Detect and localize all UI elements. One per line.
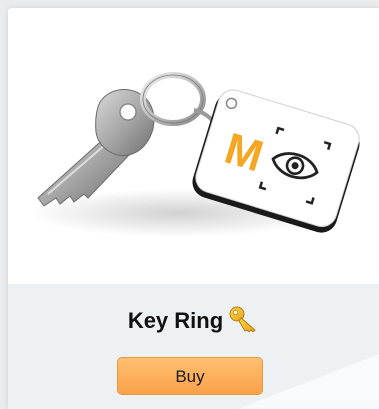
buy-button[interactable]: Buy bbox=[117, 357, 263, 395]
key-ring-photo: M bbox=[28, 72, 360, 237]
product-image[interactable]: M bbox=[8, 8, 379, 284]
key-icon bbox=[37, 89, 155, 207]
split-ring bbox=[140, 72, 206, 126]
product-footer: Key Ring Buy bbox=[8, 284, 379, 409]
product-card: M Key Ring Buy bbox=[8, 8, 379, 409]
key-emoji-icon bbox=[229, 306, 259, 338]
product-title: Key Ring bbox=[8, 306, 379, 338]
product-title-text: Key Ring bbox=[127, 308, 224, 333]
